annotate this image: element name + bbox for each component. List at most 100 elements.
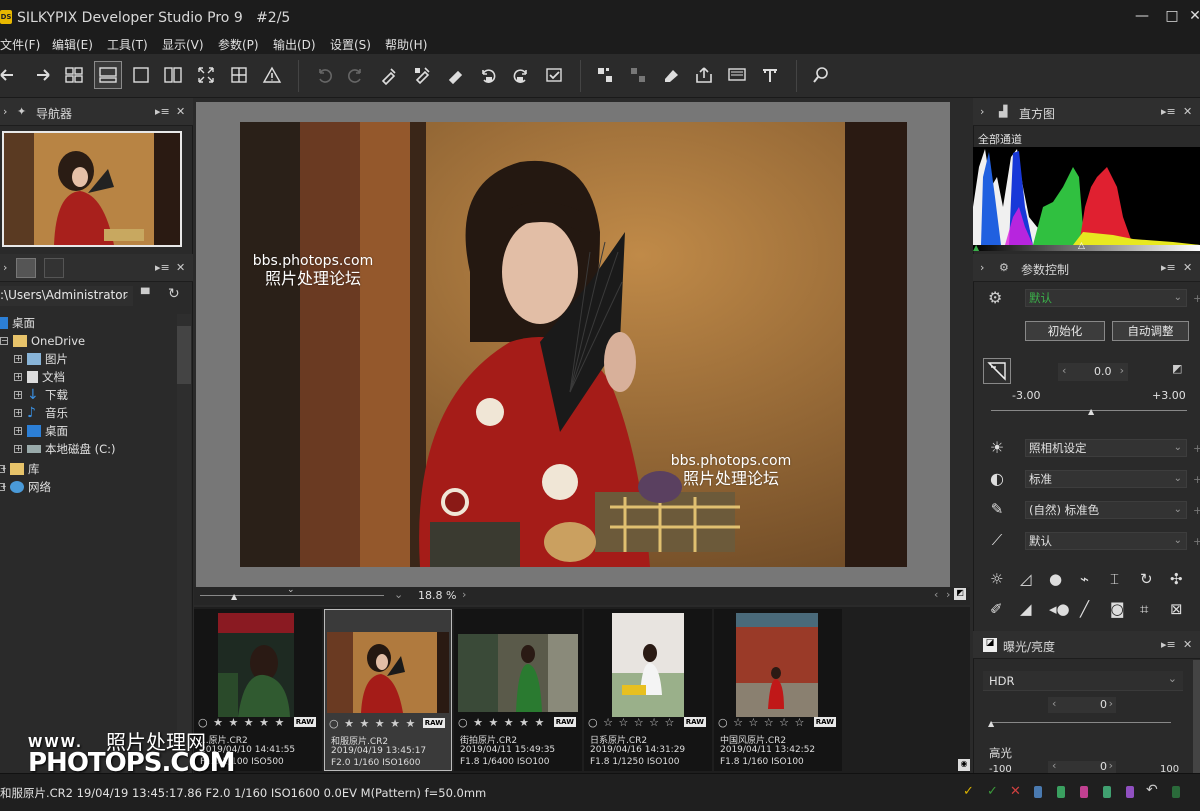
tree-item-pictures[interactable]: + 图片 [14, 350, 68, 368]
exposure-slider-thumb[interactable]: ▲ [1088, 407, 1094, 416]
overlay-icon[interactable]: ◙ [1110, 600, 1125, 618]
single-view-icon[interactable] [127, 61, 155, 89]
purple-label-icon[interactable] [1126, 786, 1134, 798]
teal-label-icon[interactable] [1103, 786, 1111, 798]
eraser-icon[interactable] [657, 61, 685, 89]
panel-menu-icon[interactable]: ▸≡ [1161, 105, 1176, 118]
green-flag-icon[interactable]: ✓ [987, 784, 998, 799]
paste-params-icon[interactable] [408, 61, 436, 89]
preview-image[interactable]: bbs.photops.com 照片处理论坛 bbs.photops.com 照… [240, 122, 907, 567]
increment-icon[interactable]: › [1109, 761, 1113, 772]
frame-icon[interactable]: ⌶ [1110, 570, 1119, 588]
path-field[interactable]: :\Users\Administrator ⌄ [0, 286, 133, 306]
fullscreen-icon[interactable] [192, 61, 220, 89]
lens-icon[interactable]: ⊠ [1170, 600, 1183, 618]
tree-item-onedrive[interactable]: − OneDrive [0, 332, 85, 350]
preset-dropdown[interactable]: 默认 ⌄ [1025, 289, 1187, 307]
exposure-auto-icon[interactable]: ◩ [1172, 362, 1182, 375]
scroll-right-icon[interactable]: › [946, 588, 950, 601]
folder-up-icon[interactable]: ▀ [141, 288, 149, 301]
panel-menu-icon[interactable]: ▸≡ [155, 261, 170, 274]
tree-item-network[interactable]: + 网络 [0, 478, 51, 496]
fit-icon[interactable]: ◩ [954, 588, 966, 600]
exposure-value[interactable]: 0.0 [1094, 365, 1112, 378]
film-item[interactable]: ○ ★ ★ ★ ★ ★ RAW 街拍原片.CR2 2019/04/11 15:4… [454, 609, 582, 771]
tools-icon[interactable] [756, 61, 784, 89]
preview-scrollbar[interactable] [950, 102, 970, 587]
increment-icon[interactable]: › [1120, 364, 1124, 377]
panel-close-icon[interactable]: ✕ [1183, 261, 1192, 274]
chevron-right-icon[interactable]: › [462, 588, 466, 601]
white-balance-icon[interactable]: ☀ [986, 436, 1008, 458]
apply-params-icon[interactable] [441, 61, 469, 89]
chevron-down-icon[interactable]: ⌄ [121, 288, 130, 301]
params-scrollbar[interactable] [1193, 660, 1200, 773]
brightness-icon[interactable]: ☼ [990, 570, 1003, 588]
film-item[interactable]: ○ ☆ ☆ ☆ ☆ ☆ RAW 日系原片.CR2 2019/04/16 14:3… [584, 609, 712, 771]
navigator-thumbnail[interactable] [2, 131, 182, 247]
expand-icon[interactable]: + [0, 465, 7, 473]
expand-icon[interactable]: + [14, 391, 22, 399]
collapse-icon[interactable]: › [3, 261, 7, 274]
refresh-icon[interactable]: ↻ [168, 286, 180, 302]
rating-stars[interactable]: ○ ★ ★ ★ ★ ★ [329, 717, 416, 730]
thumbnail-grid-icon[interactable] [60, 61, 88, 89]
menu-help[interactable]: 帮助(H) [385, 36, 427, 53]
panel-close-icon[interactable]: ✕ [1183, 638, 1192, 651]
filmstrip-options-icon[interactable]: ◉ [958, 759, 970, 771]
zoom-search-icon[interactable] [807, 61, 835, 89]
brush-icon[interactable]: ✐ [990, 600, 1003, 618]
midtone-marker[interactable]: △ [1078, 241, 1085, 251]
close-button[interactable]: ✕ [1183, 6, 1200, 26]
tree-item-local-disk[interactable]: + 本地磁盘 (C:) [14, 440, 116, 458]
batch-develop-icon[interactable] [624, 61, 652, 89]
expand-icon[interactable]: + [14, 355, 22, 363]
next-image-icon[interactable] [28, 61, 56, 89]
decrement-icon[interactable]: ‹ [1052, 761, 1056, 772]
menu-file[interactable]: 文件(F) [0, 36, 40, 53]
rating-stars[interactable]: ○ ★ ★ ★ ★ ★ [198, 716, 285, 729]
increment-icon[interactable]: › [1109, 697, 1113, 710]
menu-edit[interactable]: 编辑(E) [52, 36, 93, 53]
histogram-channel[interactable]: 全部通道 [978, 131, 1022, 147]
plus-icon[interactable]: + [1193, 292, 1200, 305]
wb-dropdown[interactable]: 照相机设定 ⌄ [1025, 439, 1187, 457]
collapse-icon[interactable]: › [980, 105, 984, 118]
rotate-right-icon[interactable] [507, 61, 535, 89]
highlight-value[interactable]: 0 [1100, 761, 1107, 773]
plus-icon[interactable]: + [1193, 442, 1200, 455]
tree-scrollbar-thumb[interactable] [177, 326, 191, 384]
preview-filmstrip-icon[interactable] [94, 61, 122, 89]
tree-item-downloads[interactable]: + ↓ 下载 [14, 386, 68, 404]
panel-menu-icon[interactable]: ▸≡ [1161, 638, 1176, 651]
menu-settings[interactable]: 设置(S) [330, 36, 371, 53]
panel-close-icon[interactable]: ✕ [176, 105, 185, 118]
expand-icon[interactable]: − [0, 337, 8, 345]
gradient-icon[interactable]: ◢ [1020, 600, 1032, 618]
rotate-left-icon[interactable] [474, 61, 502, 89]
collapse-icon[interactable]: › [3, 105, 7, 118]
hdr-value[interactable]: 0 [1100, 698, 1107, 711]
menu-view[interactable]: 显示(V) [162, 36, 204, 53]
maximize-button[interactable]: □ [1160, 6, 1184, 26]
blue-label-icon[interactable] [1034, 786, 1042, 798]
dark-label-icon[interactable] [1172, 786, 1180, 798]
expand-icon[interactable]: + [14, 427, 22, 435]
menu-output[interactable]: 输出(D) [273, 36, 316, 53]
menu-params[interactable]: 参数(P) [218, 36, 259, 53]
develop-icon[interactable] [591, 61, 619, 89]
expand-icon[interactable]: + [0, 483, 7, 491]
undo-icon[interactable] [310, 61, 338, 89]
check-icon[interactable]: ✓ [963, 784, 974, 799]
minimize-button[interactable]: — [1130, 6, 1154, 26]
rating-stars[interactable]: ○ ☆ ☆ ☆ ☆ ☆ [718, 716, 805, 729]
gear-icon[interactable]: ⚙ [988, 288, 1002, 307]
exposure-bias-icon[interactable] [983, 358, 1011, 384]
hdr-slider-thumb[interactable]: ▲ [988, 719, 994, 728]
hdr-dropdown[interactable]: HDR ⌄ [983, 671, 1183, 691]
tone-icon[interactable]: ◐ [986, 467, 1008, 489]
menu-tools[interactable]: 工具(T) [107, 36, 148, 53]
plus-icon[interactable]: + [1193, 504, 1200, 517]
hdr-stepper[interactable]: ‹ 0 › [1048, 697, 1116, 713]
tree-item-music[interactable]: + ♪ 音乐 [14, 404, 68, 422]
